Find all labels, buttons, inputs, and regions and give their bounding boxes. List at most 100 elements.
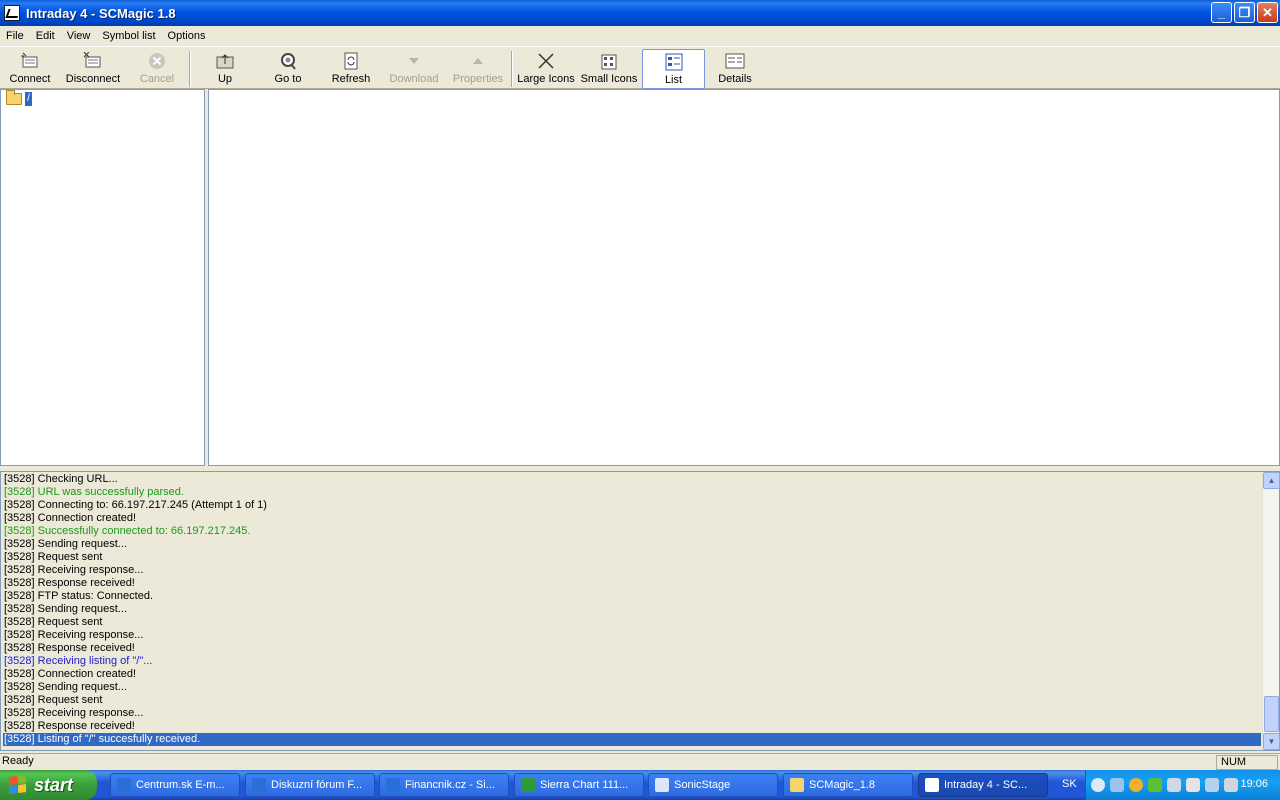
refresh-button[interactable]: Refresh	[330, 49, 372, 89]
properties-button[interactable]: Properties	[450, 49, 506, 89]
taskbar-button[interactable]: Centrum.sk E-m...	[110, 773, 240, 797]
list-button[interactable]: List	[642, 49, 705, 89]
status-text: Ready	[2, 755, 34, 767]
log-line[interactable]: [3528] Receiving response...	[3, 629, 1261, 642]
log-line[interactable]: [3528] Checking URL...	[3, 473, 1261, 486]
monitor-icon[interactable]	[1224, 778, 1238, 792]
start-button[interactable]: start	[0, 770, 97, 800]
log-line[interactable]: [3528] Listing of "/" succesfully receiv…	[3, 733, 1261, 746]
download-arrow-icon	[404, 51, 424, 71]
large-icons-button[interactable]: Large Icons	[516, 49, 576, 89]
menu-edit[interactable]: Edit	[30, 30, 61, 42]
log-line[interactable]: [3528] Connection created!	[3, 668, 1261, 681]
log-line[interactable]: [3528] Connection created!	[3, 512, 1261, 525]
log-line[interactable]: [3528] Sending request...	[3, 538, 1261, 551]
taskbar-button[interactable]: Sierra Chart 111...	[514, 773, 644, 797]
refresh-icon	[341, 51, 361, 71]
magnifier-icon	[278, 51, 298, 71]
log-line[interactable]: [3528] Successfully connected to: 66.197…	[3, 525, 1261, 538]
task-label: Financnik.cz - Si...	[405, 779, 495, 791]
taskbar-button[interactable]: Financnik.cz - Si...	[379, 773, 509, 797]
scroll-thumb[interactable]	[1264, 696, 1279, 732]
task-app-icon	[655, 778, 669, 792]
connect-button[interactable]: Connect	[6, 49, 54, 89]
up-button[interactable]: Up	[204, 49, 246, 89]
log-line[interactable]: [3528] Request sent	[3, 551, 1261, 564]
toolbar: Connect Disconnect Cancel Up Go to Refre…	[0, 46, 1280, 89]
title-bar[interactable]: Intraday 4 - SCMagic 1.8 _ ❐ ✕	[0, 0, 1280, 26]
tree-root-item[interactable]: /	[6, 90, 32, 106]
task-app-icon	[521, 778, 535, 792]
window-title: Intraday 4 - SCMagic 1.8	[26, 5, 176, 21]
log-lines: [3528] Checking URL... [3528] URL was suc…	[3, 473, 1261, 746]
menu-view[interactable]: View	[61, 30, 97, 42]
log-line[interactable]: [3528] Sending request...	[3, 603, 1261, 616]
taskbar-button[interactable]: Intraday 4 - SC...	[918, 773, 1048, 797]
shield-icon[interactable]	[1148, 778, 1162, 792]
chart-app-icon	[4, 5, 20, 21]
small-icons-icon	[599, 51, 619, 71]
cancel-icon	[147, 51, 167, 71]
details-view-icon	[725, 51, 745, 71]
task-label: Centrum.sk E-m...	[136, 779, 225, 791]
restore-button[interactable]: ❐	[1234, 2, 1255, 23]
scroll-down-arrow-icon[interactable]: ▼	[1263, 733, 1280, 750]
taskbar-button[interactable]: SonicStage	[648, 773, 778, 797]
menu-options[interactable]: Options	[162, 30, 212, 42]
start-label: start	[34, 774, 74, 795]
scroll-up-arrow-icon[interactable]: ▲	[1263, 472, 1280, 489]
details-button[interactable]: Details	[712, 49, 758, 89]
large-icons-icon	[536, 51, 556, 71]
minimize-button[interactable]: _	[1211, 2, 1232, 23]
log-scrollbar[interactable]: ▲ ▼	[1262, 472, 1280, 750]
small-icons-label: Small Icons	[580, 73, 638, 85]
details-label: Details	[718, 73, 752, 85]
log-line[interactable]: [3528] Response received!	[3, 642, 1261, 655]
log-line[interactable]: [3528] Receiving response...	[3, 707, 1261, 720]
clock[interactable]: 19:06	[1240, 778, 1268, 790]
disconnect-button[interactable]: Disconnect	[64, 49, 122, 89]
menu-symbol-list[interactable]: Symbol list	[96, 30, 161, 42]
task-app-icon	[925, 778, 939, 792]
log-line[interactable]: [3528] Request sent	[3, 694, 1261, 707]
log-line[interactable]: [3528] Receiving listing of "/"...	[3, 655, 1261, 668]
log-line[interactable]: [3528] Request sent	[3, 616, 1261, 629]
tray-expand-icon[interactable]	[1091, 778, 1105, 792]
folder-icon	[6, 90, 22, 105]
list-label: List	[664, 74, 683, 86]
close-button[interactable]: ✕	[1257, 2, 1278, 23]
network-icon[interactable]	[1110, 778, 1124, 792]
taskbar-button[interactable]: Diskuzní fórum F...	[245, 773, 375, 797]
cancel-button[interactable]: Cancel	[136, 49, 178, 89]
user-icon[interactable]	[1167, 778, 1181, 792]
task-app-icon	[386, 778, 400, 792]
connect-icon	[20, 51, 40, 71]
folder-tree[interactable]: /	[0, 89, 205, 466]
taskbar: start Centrum.sk E-m... Diskuzní fórum F.…	[0, 770, 1280, 800]
menu-file[interactable]: File	[0, 30, 30, 42]
download-label: Download	[389, 73, 439, 85]
up-folder-icon	[215, 51, 235, 71]
log-line[interactable]: [3528] Connecting to: 66.197.217.245 (At…	[3, 499, 1261, 512]
log-line[interactable]: [3528] Sending request...	[3, 681, 1261, 694]
small-icons-button[interactable]: Small Icons	[580, 49, 638, 89]
language-indicator[interactable]: SK	[1062, 778, 1077, 790]
file-list-view[interactable]	[208, 89, 1280, 466]
taskbar-button[interactable]: SCMagic_1.8	[783, 773, 913, 797]
wireless-icon[interactable]	[1205, 778, 1219, 792]
log-line[interactable]: [3528] Response received!	[3, 720, 1261, 733]
goto-button[interactable]: Go to	[267, 49, 309, 89]
num-lock-indicator: NUM	[1216, 755, 1278, 770]
task-label: SonicStage	[674, 779, 731, 791]
computer-icon[interactable]	[1186, 778, 1200, 792]
task-label: Diskuzní fórum F...	[271, 779, 363, 791]
globe-icon[interactable]	[1129, 778, 1143, 792]
log-line[interactable]: [3528] FTP status: Connected.	[3, 590, 1261, 603]
log-pane[interactable]: [3528] Checking URL... [3528] URL was suc…	[0, 471, 1280, 751]
task-label: Intraday 4 - SC...	[944, 779, 1028, 791]
download-button[interactable]: Download	[388, 49, 440, 89]
log-line[interactable]: [3528] Response received!	[3, 577, 1261, 590]
log-line[interactable]: [3528] URL was successfully parsed.	[3, 486, 1261, 499]
log-line[interactable]: [3528] Receiving response...	[3, 564, 1261, 577]
cancel-label: Cancel	[139, 73, 175, 85]
